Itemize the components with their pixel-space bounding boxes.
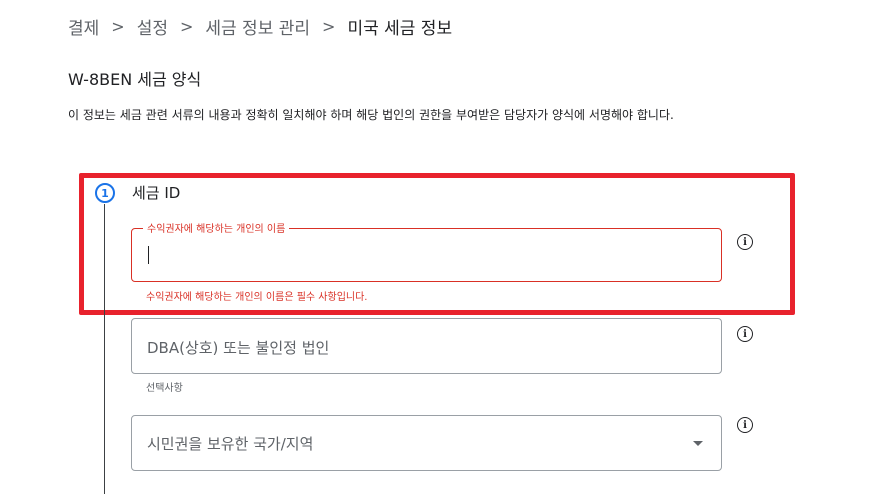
beneficiary-name-field[interactable]	[131, 228, 722, 282]
info-icon[interactable]: i	[737, 326, 753, 342]
country-placeholder: 시민권을 보유한 국가/지역	[147, 435, 314, 453]
breadcrumb-separator-icon: >	[111, 16, 125, 36]
dba-field[interactable]: DBA(상호) 또는 불인정 법인	[131, 318, 722, 374]
step-title: 세금 ID	[132, 184, 181, 202]
beneficiary-name-label: 수익권자에 해당하는 개인의 이름	[143, 220, 290, 235]
breadcrumb-item-billing[interactable]: 결제	[68, 14, 99, 39]
dba-placeholder: DBA(상호) 또는 불인정 법인	[147, 339, 330, 357]
country-select[interactable]: 시민권을 보유한 국가/지역	[131, 415, 722, 471]
step-number-badge: 1	[95, 183, 115, 203]
info-icon[interactable]: i	[737, 417, 753, 433]
dba-helper-text: 선택사항	[146, 383, 183, 394]
breadcrumb-separator-icon: >	[322, 16, 336, 36]
form-title: W-8BEN 세금 양식	[68, 70, 202, 89]
breadcrumb-current: 미국 세금 정보	[347, 18, 453, 39]
text-cursor	[148, 246, 149, 264]
breadcrumb-item-settings[interactable]: 설정	[137, 14, 168, 39]
beneficiary-name-error: 수익권자에 해당하는 개인의 이름은 필수 사항입니다.	[146, 292, 368, 303]
step-connector-line	[104, 204, 105, 494]
breadcrumb-item-tax-info[interactable]: 세금 정보 관리	[205, 14, 310, 39]
breadcrumb-separator-icon: >	[179, 16, 194, 36]
dropdown-arrow-icon	[693, 441, 703, 446]
form-description: 이 정보는 세금 관련 서류의 내용과 정확히 일치해야 하며 해당 법인의 권…	[68, 108, 674, 122]
info-icon[interactable]: i	[737, 234, 753, 250]
breadcrumb: 결제 > 설정 > 세금 정보 관리 > 미국 세금 정보	[68, 14, 453, 39]
